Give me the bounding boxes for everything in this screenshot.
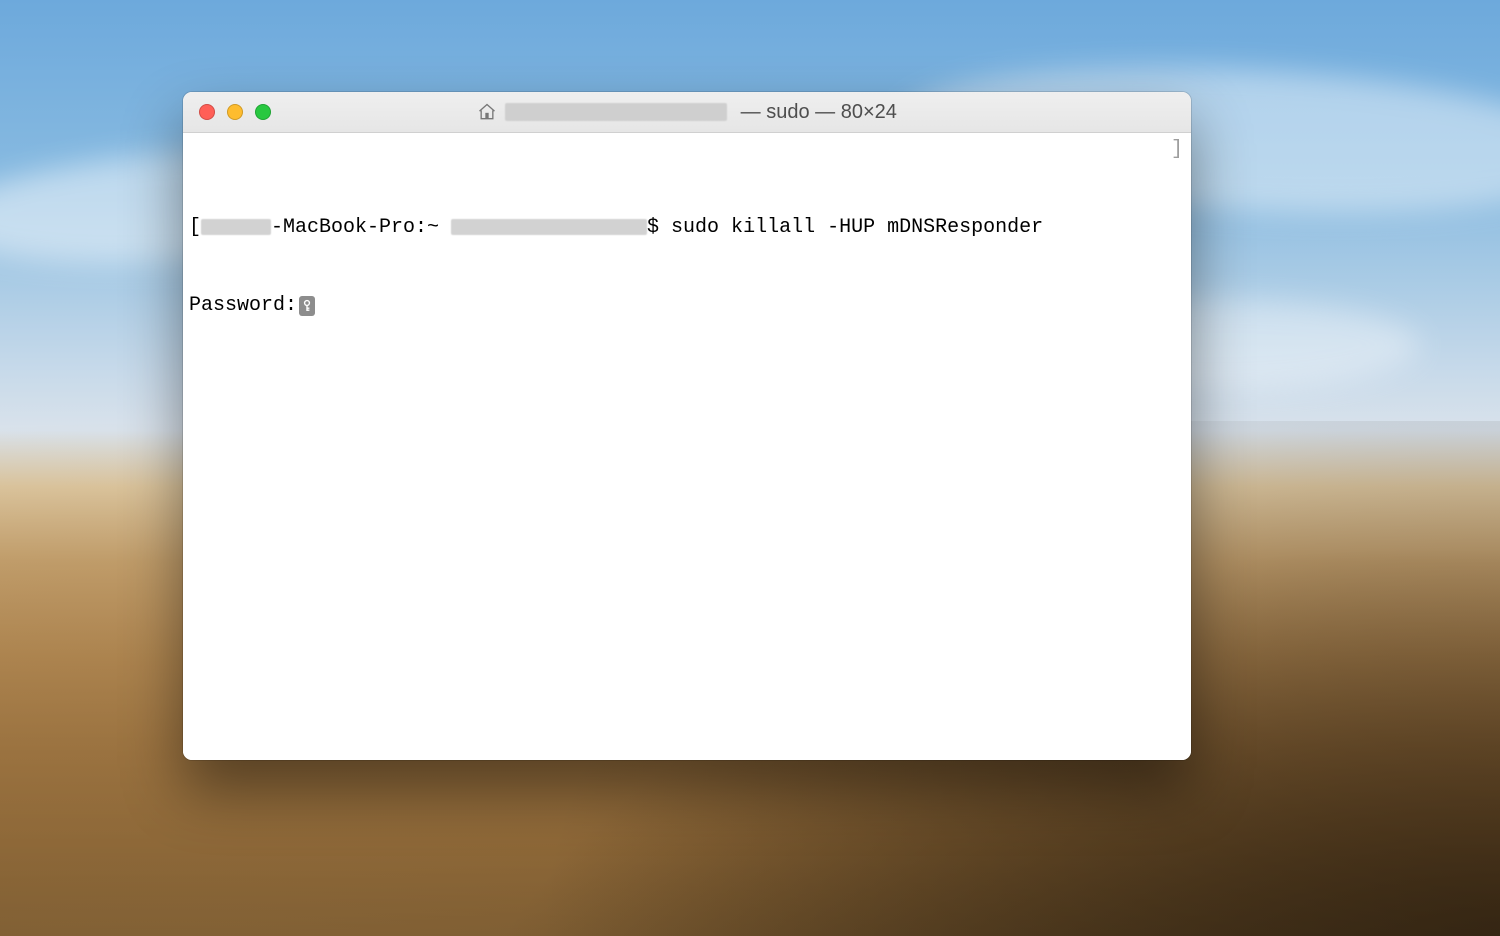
password-prompt-label: Password: — [189, 294, 297, 317]
terminal-line-1: [ -MacBook-Pro:~ $ sudo killall -HUP mDNS… — [189, 215, 1185, 241]
close-button[interactable] — [199, 104, 215, 120]
prompt-close-bracket: ] — [1171, 137, 1183, 163]
zoom-button[interactable] — [255, 104, 271, 120]
home-icon — [477, 102, 497, 122]
window-titlebar[interactable]: — sudo — 80×24 — [183, 92, 1191, 133]
terminal-output[interactable]: ] [ -MacBook-Pro:~ $ sudo killall -HUP mD… — [183, 133, 1191, 760]
terminal-line-2: Password: — [189, 293, 1185, 319]
key-icon — [299, 296, 315, 316]
prompt-host-path: -MacBook-Pro:~ — [271, 216, 451, 239]
window-controls — [183, 104, 271, 120]
redacted-hostname-part — [201, 219, 271, 235]
command-text: $ sudo killall -HUP mDNSResponder — [647, 216, 1043, 239]
terminal-window[interactable]: — sudo — 80×24 ] [ -MacBook-Pro:~ $ sudo … — [183, 92, 1191, 760]
prompt-open-bracket: [ — [189, 216, 201, 239]
minimize-button[interactable] — [227, 104, 243, 120]
window-title: — sudo — 80×24 — [735, 101, 897, 124]
redacted-username — [451, 219, 647, 235]
redacted-title-text — [505, 103, 727, 121]
